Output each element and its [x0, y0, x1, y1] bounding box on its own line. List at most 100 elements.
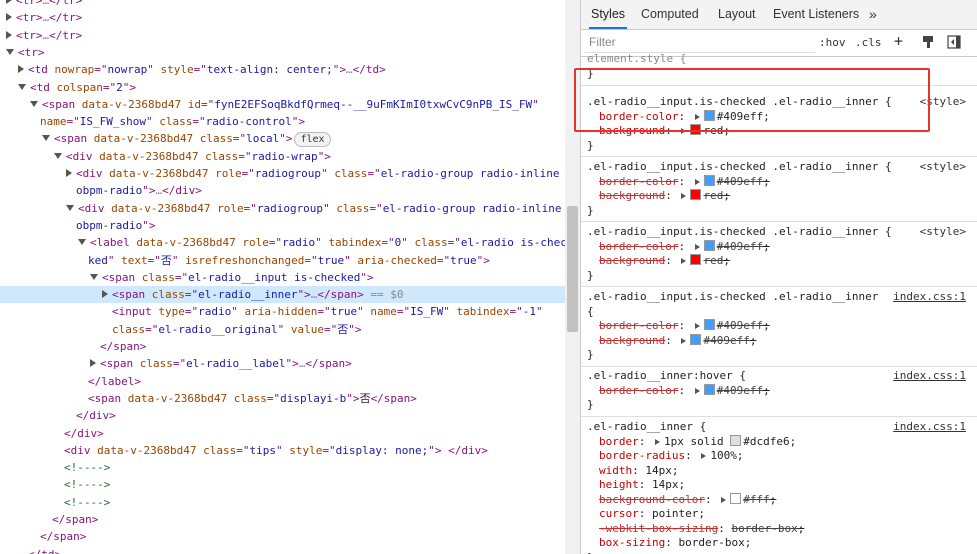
rule-source-link[interactable]: <style>: [920, 160, 966, 174]
tab-event-listeners[interactable]: Event Listeners: [771, 0, 861, 29]
css-property-name[interactable]: -webkit-box-sizing: [599, 522, 718, 535]
new-rule-button[interactable]: +: [894, 32, 903, 50]
expand-shorthand-icon[interactable]: [694, 243, 700, 250]
tab-computed[interactable]: Computed: [639, 0, 701, 29]
css-declaration[interactable]: border-color: #409eff;: [587, 383, 977, 398]
rule-selector[interactable]: element.style {: [587, 52, 973, 66]
rule-selector[interactable]: .el-radio__inner {index.css:1: [587, 420, 973, 434]
css-declaration[interactable]: box-sizing: border-box;: [587, 536, 977, 550]
css-declaration[interactable]: border-color: #409eff;: [587, 239, 977, 254]
css-property-name[interactable]: border-radius: [599, 449, 685, 462]
css-property-name[interactable]: width: [599, 464, 632, 477]
css-property-value[interactable]: 14px: [645, 464, 672, 477]
color-swatch-icon[interactable]: [703, 383, 715, 395]
dom-node-line[interactable]: </div>: [0, 407, 565, 424]
css-property-value[interactable]: red: [703, 254, 723, 267]
css-declaration[interactable]: border-radius: 100%;: [587, 449, 977, 463]
css-property-value[interactable]: border-box: [731, 522, 797, 535]
expand-shorthand-icon[interactable]: [681, 128, 687, 134]
css-declaration[interactable]: background-color: #fff;: [587, 492, 977, 507]
css-property-value[interactable]: #dcdfe6: [743, 435, 789, 448]
selector-text[interactable]: .el-radio__input.is-checked .el-radio__i…: [587, 290, 878, 303]
dom-node-line[interactable]: <tr>…</tr>: [0, 27, 565, 44]
expand-shorthand-icon[interactable]: [694, 178, 700, 185]
dom-node-line[interactable]: name="IS_FW_show" class="radio-control">: [0, 113, 565, 130]
collapsed-triangle-icon[interactable]: [6, 13, 12, 22]
css-property-name[interactable]: border-color: [599, 319, 678, 332]
css-property-value[interactable]: 100%: [710, 449, 737, 462]
dom-node-line[interactable]: <!---->: [0, 459, 565, 476]
rule-source-link[interactable]: <style>: [920, 225, 966, 239]
collapsed-triangle-icon[interactable]: [6, 0, 12, 4]
css-property-name[interactable]: border-color: [599, 110, 678, 123]
expanded-triangle-icon[interactable]: [54, 152, 62, 159]
elements-scrollbar-thumb[interactable]: [567, 206, 578, 332]
color-swatch-icon[interactable]: [690, 254, 702, 265]
toggle-sidebar-icon[interactable]: [947, 35, 961, 49]
css-property-name[interactable]: border-color: [599, 175, 678, 188]
css-property-name[interactable]: background: [599, 254, 665, 267]
css-property-name[interactable]: box-sizing: [599, 536, 665, 549]
rule-selector[interactable]: .el-radio__input.is-checked .el-radio__i…: [587, 290, 973, 304]
dom-node-line[interactable]: <div data-v-2368bd47 class="radio-wrap">: [0, 148, 565, 165]
collapsed-triangle-icon[interactable]: [102, 290, 108, 299]
expanded-triangle-icon[interactable]: [66, 204, 74, 211]
color-swatch-icon[interactable]: [703, 174, 715, 186]
css-property-value[interactable]: border-box: [678, 536, 744, 549]
dom-node-line[interactable]: </span>: [0, 528, 565, 545]
dom-node-line[interactable]: </span>: [0, 511, 565, 528]
css-property-value[interactable]: #fff: [743, 493, 770, 506]
color-swatch-icon[interactable]: [703, 319, 715, 330]
color-swatch-icon[interactable]: [703, 109, 715, 121]
dom-node-line[interactable]: </label>: [0, 373, 565, 390]
dom-node-line[interactable]: <span data-v-2368bd47 class="displayi-b"…: [0, 390, 565, 407]
css-property-name[interactable]: cursor: [599, 507, 639, 520]
color-swatch-icon[interactable]: [690, 333, 702, 345]
css-property-name[interactable]: background-color: [599, 493, 705, 506]
css-declaration[interactable]: background: #409eff;: [587, 333, 977, 348]
expand-shorthand-icon[interactable]: [655, 438, 660, 445]
dom-node-line[interactable]: <td nowrap="nowrap" style="text-align: c…: [0, 61, 565, 78]
css-declaration[interactable]: background: red;: [587, 189, 977, 203]
dom-node-line[interactable]: <label data-v-2368bd47 role="radio" tabi…: [0, 234, 565, 251]
flex-badge[interactable]: flex: [294, 132, 331, 148]
dom-node-line[interactable]: ked" text="否" isrefreshonchanged="true" …: [0, 252, 565, 269]
dom-node-line[interactable]: <input type="radio" aria-hidden="true" n…: [0, 303, 565, 320]
color-swatch-icon[interactable]: [730, 434, 742, 446]
rule-source-link[interactable]: index.css:1: [893, 369, 966, 383]
color-swatch-icon[interactable]: [690, 189, 702, 200]
rule-selector[interactable]: .el-radio__input.is-checked .el-radio__i…: [587, 160, 973, 174]
css-property-name[interactable]: border: [599, 435, 639, 448]
css-declaration[interactable]: cursor: pointer;: [587, 507, 977, 521]
expanded-triangle-icon[interactable]: [18, 83, 26, 90]
expand-shorthand-icon[interactable]: [694, 323, 700, 329]
dom-node-line[interactable]: <span data-v-2368bd47 class="local"> flex: [0, 130, 565, 148]
css-declaration[interactable]: height: 14px;: [587, 478, 977, 492]
css-declaration[interactable]: border-color: #409eff;: [587, 109, 977, 124]
expand-shorthand-icon[interactable]: [681, 258, 687, 264]
dom-node-line[interactable]: <span data-v-2368bd47 id="fynE2EFSoqBkdf…: [0, 96, 565, 113]
selector-text[interactable]: .el-radio__inner {: [587, 420, 706, 433]
collapsed-triangle-icon[interactable]: [90, 359, 96, 368]
dom-node-line[interactable]: </span>: [0, 338, 565, 355]
css-declaration[interactable]: background: red;: [587, 254, 977, 268]
css-declaration[interactable]: border: 1px solid #dcdfe6;: [587, 434, 977, 449]
rule-selector[interactable]: .el-radio__input.is-checked .el-radio__i…: [587, 225, 973, 239]
rule-source-link[interactable]: <style>: [920, 95, 966, 109]
dom-node-line[interactable]: <div data-v-2368bd47 class="tips" style=…: [0, 442, 565, 459]
css-property-value[interactable]: #409eff: [717, 240, 763, 253]
cls-toggle-button[interactable]: .cls: [855, 34, 882, 52]
css-property-value[interactable]: #409eff: [717, 384, 763, 397]
selector-text[interactable]: .el-radio__input.is-checked .el-radio__i…: [587, 160, 892, 173]
rule-selector[interactable]: .el-radio__inner:hover {index.css:1: [587, 369, 973, 383]
expand-shorthand-icon[interactable]: [694, 387, 700, 394]
tab-layout[interactable]: Layout: [716, 0, 758, 29]
expanded-triangle-icon[interactable]: [30, 100, 38, 107]
color-swatch-icon[interactable]: [703, 239, 715, 251]
expand-shorthand-icon[interactable]: [721, 496, 727, 503]
selector-text[interactable]: element.style {: [587, 52, 686, 65]
css-property-value[interactable]: red: [703, 124, 723, 137]
expanded-triangle-icon[interactable]: [6, 48, 14, 55]
collapsed-triangle-icon[interactable]: [18, 65, 24, 74]
dom-node-line[interactable]: obpm-radio">: [0, 217, 565, 234]
